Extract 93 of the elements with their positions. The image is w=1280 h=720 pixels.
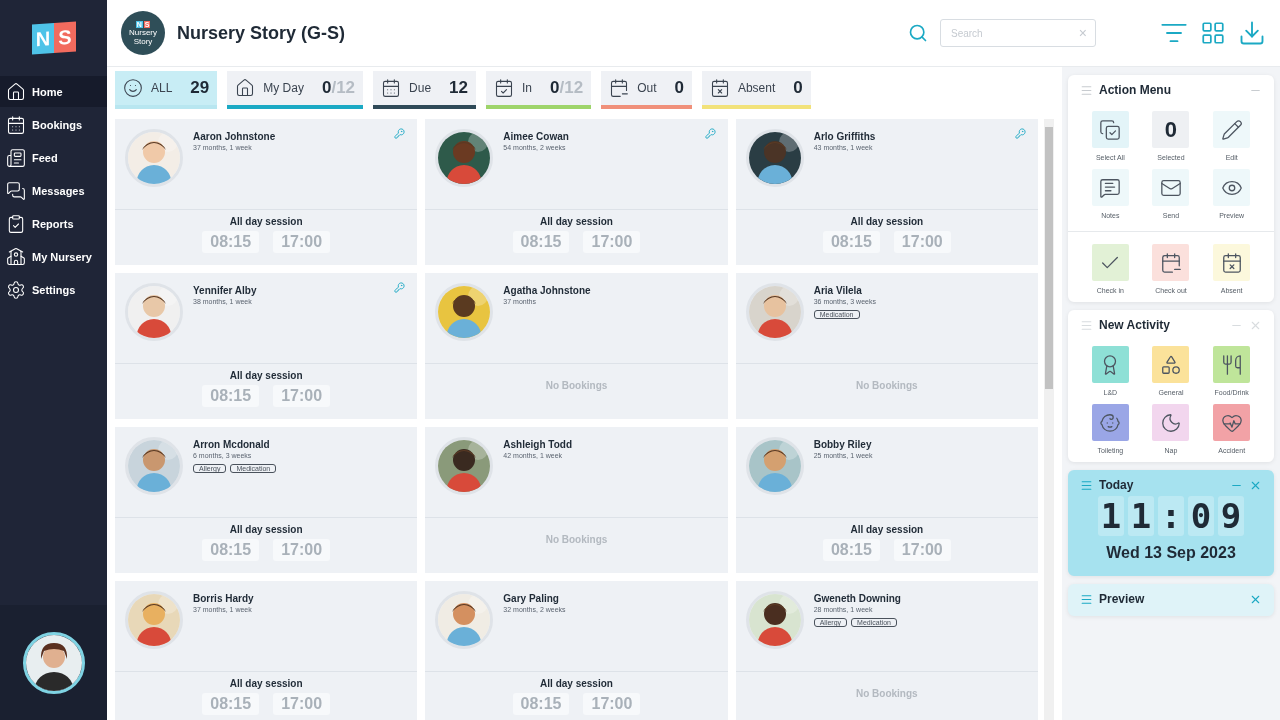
- user-avatar[interactable]: [22, 631, 85, 694]
- nav-item[interactable]: Reports: [0, 208, 107, 239]
- clock-digit: 9: [1218, 496, 1244, 536]
- nav-item[interactable]: Messages: [0, 175, 107, 206]
- drag-handle-icon[interactable]: [1080, 592, 1093, 606]
- clock-digit: 0: [1188, 496, 1214, 536]
- pencil-icon: [1220, 118, 1243, 141]
- home-icon: [6, 81, 26, 102]
- calendar-icon: [6, 114, 26, 135]
- nav-item[interactable]: Feed: [0, 142, 107, 173]
- panel-title: Today: [1099, 478, 1135, 492]
- child-name: Yennifer Alby: [193, 285, 257, 296]
- nav-item[interactable]: Settings: [0, 274, 107, 305]
- no-bookings-label: No Bookings: [856, 688, 918, 699]
- drag-handle-icon[interactable]: [1080, 83, 1093, 97]
- calendar-minus-icon: [609, 78, 630, 98]
- calendar-minus-icon: [1160, 251, 1182, 274]
- no-bookings-label: No Bookings: [856, 380, 918, 391]
- filter-tab[interactable]: In 0/12: [486, 71, 592, 109]
- clock-digit: 1: [1128, 496, 1154, 536]
- session-label: All day session: [850, 524, 924, 535]
- tab-label: My Day: [263, 81, 304, 95]
- tab-label: Absent: [737, 81, 776, 95]
- nav-item[interactable]: Bookings: [0, 109, 107, 140]
- page-title: Nursery Story (G-S): [177, 22, 347, 44]
- drag-handle-icon[interactable]: [1080, 318, 1093, 332]
- child-name: Arlo Griffiths: [813, 131, 876, 142]
- select-all-icon: [1099, 118, 1122, 141]
- child-name: Aimee Cowan: [503, 131, 569, 142]
- panel-title: Action Menu: [1099, 83, 1172, 97]
- clock-digit: :: [1158, 496, 1184, 536]
- tab-count: 0: [793, 78, 803, 98]
- tab-label: ALL: [151, 81, 173, 95]
- tab-count: 0/12: [550, 78, 584, 98]
- house-icon: [235, 78, 256, 98]
- tab-count: 0: [674, 78, 684, 98]
- moon-icon: [1160, 411, 1182, 434]
- child-name: Aaron Johnstone: [193, 131, 276, 142]
- tab-count: 12: [449, 78, 468, 98]
- tab-label: Due: [409, 81, 432, 95]
- baby-icon: [1099, 411, 1122, 434]
- filter-tab[interactable]: Out 0: [601, 71, 692, 109]
- calendar-icon: [381, 78, 402, 98]
- calendar-check-icon: [494, 78, 514, 98]
- calendar-x-icon: [1220, 251, 1243, 274]
- logo: N S: [31, 21, 76, 55]
- session-label: All day session: [229, 678, 303, 689]
- settings-icon: [6, 279, 26, 300]
- date-label: Wed 13 Sep 2023: [1105, 544, 1237, 563]
- clipboard-icon: [6, 213, 26, 234]
- grid-icon[interactable]: [1200, 20, 1226, 46]
- filter-tab[interactable]: My Day 0/12: [227, 71, 364, 109]
- tab-label: In: [522, 81, 532, 95]
- cutlery-icon: [1220, 353, 1243, 376]
- session-label: All day session: [229, 216, 303, 227]
- no-bookings-label: No Bookings: [545, 534, 608, 545]
- clock-digit: 1: [1098, 496, 1124, 536]
- calendar-x-icon: [709, 78, 730, 98]
- tab-count: 0/12: [321, 78, 356, 98]
- tab-count: 29: [190, 78, 210, 98]
- note-icon: [1099, 176, 1122, 199]
- school-icon: [6, 246, 26, 267]
- drag-handle-icon[interactable]: [1080, 478, 1093, 492]
- session-label: All day session: [229, 370, 303, 381]
- chat-icon: [6, 180, 26, 201]
- nav-item[interactable]: My Nursery: [0, 241, 107, 272]
- filter-tab[interactable]: Absent 0: [701, 71, 811, 109]
- session-label: All day session: [540, 216, 613, 227]
- panel-title: New Activity: [1099, 318, 1171, 332]
- child-name: Gary Paling: [503, 593, 560, 604]
- smiley-icon: [123, 78, 143, 98]
- selected-count: 0: [1164, 116, 1178, 143]
- tab-label: Out: [637, 81, 657, 95]
- session-label: All day session: [229, 524, 303, 535]
- filter-tab[interactable]: ALL 29: [115, 71, 218, 109]
- scrollbar[interactable]: [1044, 119, 1054, 720]
- child-name: Borris Hardy: [193, 593, 254, 604]
- child-name: Agatha Johnstone: [503, 285, 591, 296]
- child-name: Gweneth Downing: [813, 593, 901, 604]
- nav-item[interactable]: Home: [0, 76, 107, 107]
- no-bookings-label: No Bookings: [545, 380, 608, 391]
- session-label: All day session: [540, 678, 613, 689]
- newspaper-icon: [6, 147, 26, 168]
- child-name: Arron Mcdonald: [193, 439, 271, 450]
- shapes-icon: [1160, 353, 1182, 376]
- child-name: Ashleigh Todd: [503, 439, 573, 450]
- session-label: All day session: [850, 216, 924, 227]
- download-icon[interactable]: [1238, 19, 1266, 47]
- search-icon[interactable]: [908, 23, 928, 43]
- child-name: Aria Vilela: [813, 285, 863, 296]
- filter-tab[interactable]: Due 12: [373, 71, 476, 109]
- child-name: Bobby Riley: [813, 439, 873, 450]
- panel-title: Preview: [1099, 592, 1146, 606]
